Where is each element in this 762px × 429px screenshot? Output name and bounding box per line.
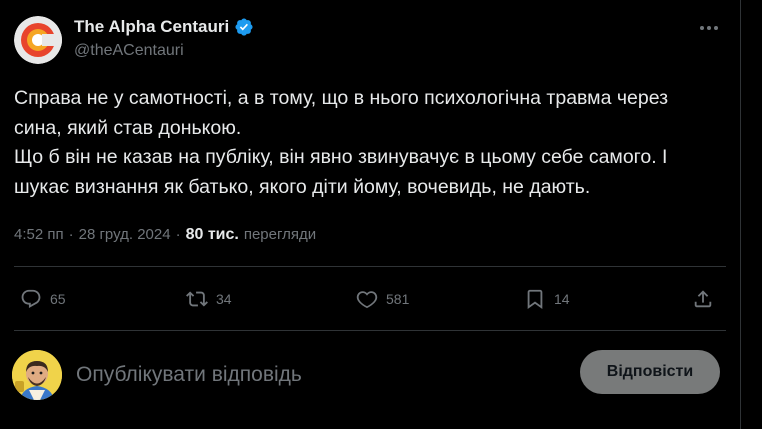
tweet-meta: 4:52 пп · 28 груд. 2024 · 80 тис. перегл… xyxy=(14,226,316,244)
views-label: перегляди xyxy=(243,226,317,243)
heart-icon xyxy=(356,291,378,309)
bookmark-icon xyxy=(527,289,543,310)
reply-input[interactable] xyxy=(76,360,556,390)
share-action-button[interactable] xyxy=(692,282,714,316)
tweet-time[interactable]: 4:52 пп xyxy=(14,226,64,243)
reply-composer: Відповісти xyxy=(0,344,740,404)
tweet-detail: The Alpha Centauri @theACentauri Справа … xyxy=(0,0,740,429)
bookmark-action-button[interactable]: 14 xyxy=(524,282,570,316)
reply-submit-button[interactable]: Відповісти xyxy=(580,350,720,394)
repost-count: 34 xyxy=(216,291,232,307)
tweet-actions-bar: 65 34 581 14 xyxy=(0,282,740,316)
reply-bubble-icon xyxy=(21,289,41,309)
tweet-text-line: Що б він не казав на публіку, він явно з… xyxy=(14,146,668,168)
author-handle[interactable]: @theACentauri xyxy=(74,42,184,60)
meta-separator: · xyxy=(68,226,74,243)
reply-count: 65 xyxy=(50,291,66,307)
like-count: 581 xyxy=(386,291,410,307)
like-action-button[interactable]: 581 xyxy=(356,282,409,316)
tweet-text-line: Справа не у самотності, а в тому, що в н… xyxy=(14,87,669,109)
author-name-row[interactable]: The Alpha Centauri xyxy=(74,16,254,38)
more-dots-icon xyxy=(700,26,718,30)
alpha-centauri-logo-icon xyxy=(14,16,62,64)
tweet-text-line: сина, який став донькою. xyxy=(14,116,242,139)
views-count[interactable]: 80 тис. xyxy=(186,226,239,244)
user-avatar[interactable] xyxy=(12,350,62,400)
author-display-name[interactable]: The Alpha Centauri xyxy=(74,17,229,37)
repost-action-button[interactable]: 34 xyxy=(186,282,232,316)
tweet-text: Справа не у самотності, а в тому, що в н… xyxy=(14,84,732,202)
divider-top xyxy=(14,266,726,267)
author-avatar[interactable] xyxy=(14,16,62,64)
user-avatar-illustration-icon xyxy=(12,350,62,400)
divider-bottom xyxy=(14,330,726,331)
tweet-text-line: шукає визнання як батько, якого діти йом… xyxy=(14,175,591,198)
column-border xyxy=(740,0,741,429)
meta-separator: · xyxy=(175,226,181,243)
bookmark-count: 14 xyxy=(554,291,570,307)
tweet-date[interactable]: 28 груд. 2024 xyxy=(79,226,171,243)
share-icon xyxy=(694,290,712,308)
more-options-button[interactable] xyxy=(696,18,722,38)
repost-icon xyxy=(186,291,208,307)
verified-badge-icon xyxy=(235,18,253,36)
reply-action-button[interactable]: 65 xyxy=(20,282,66,316)
